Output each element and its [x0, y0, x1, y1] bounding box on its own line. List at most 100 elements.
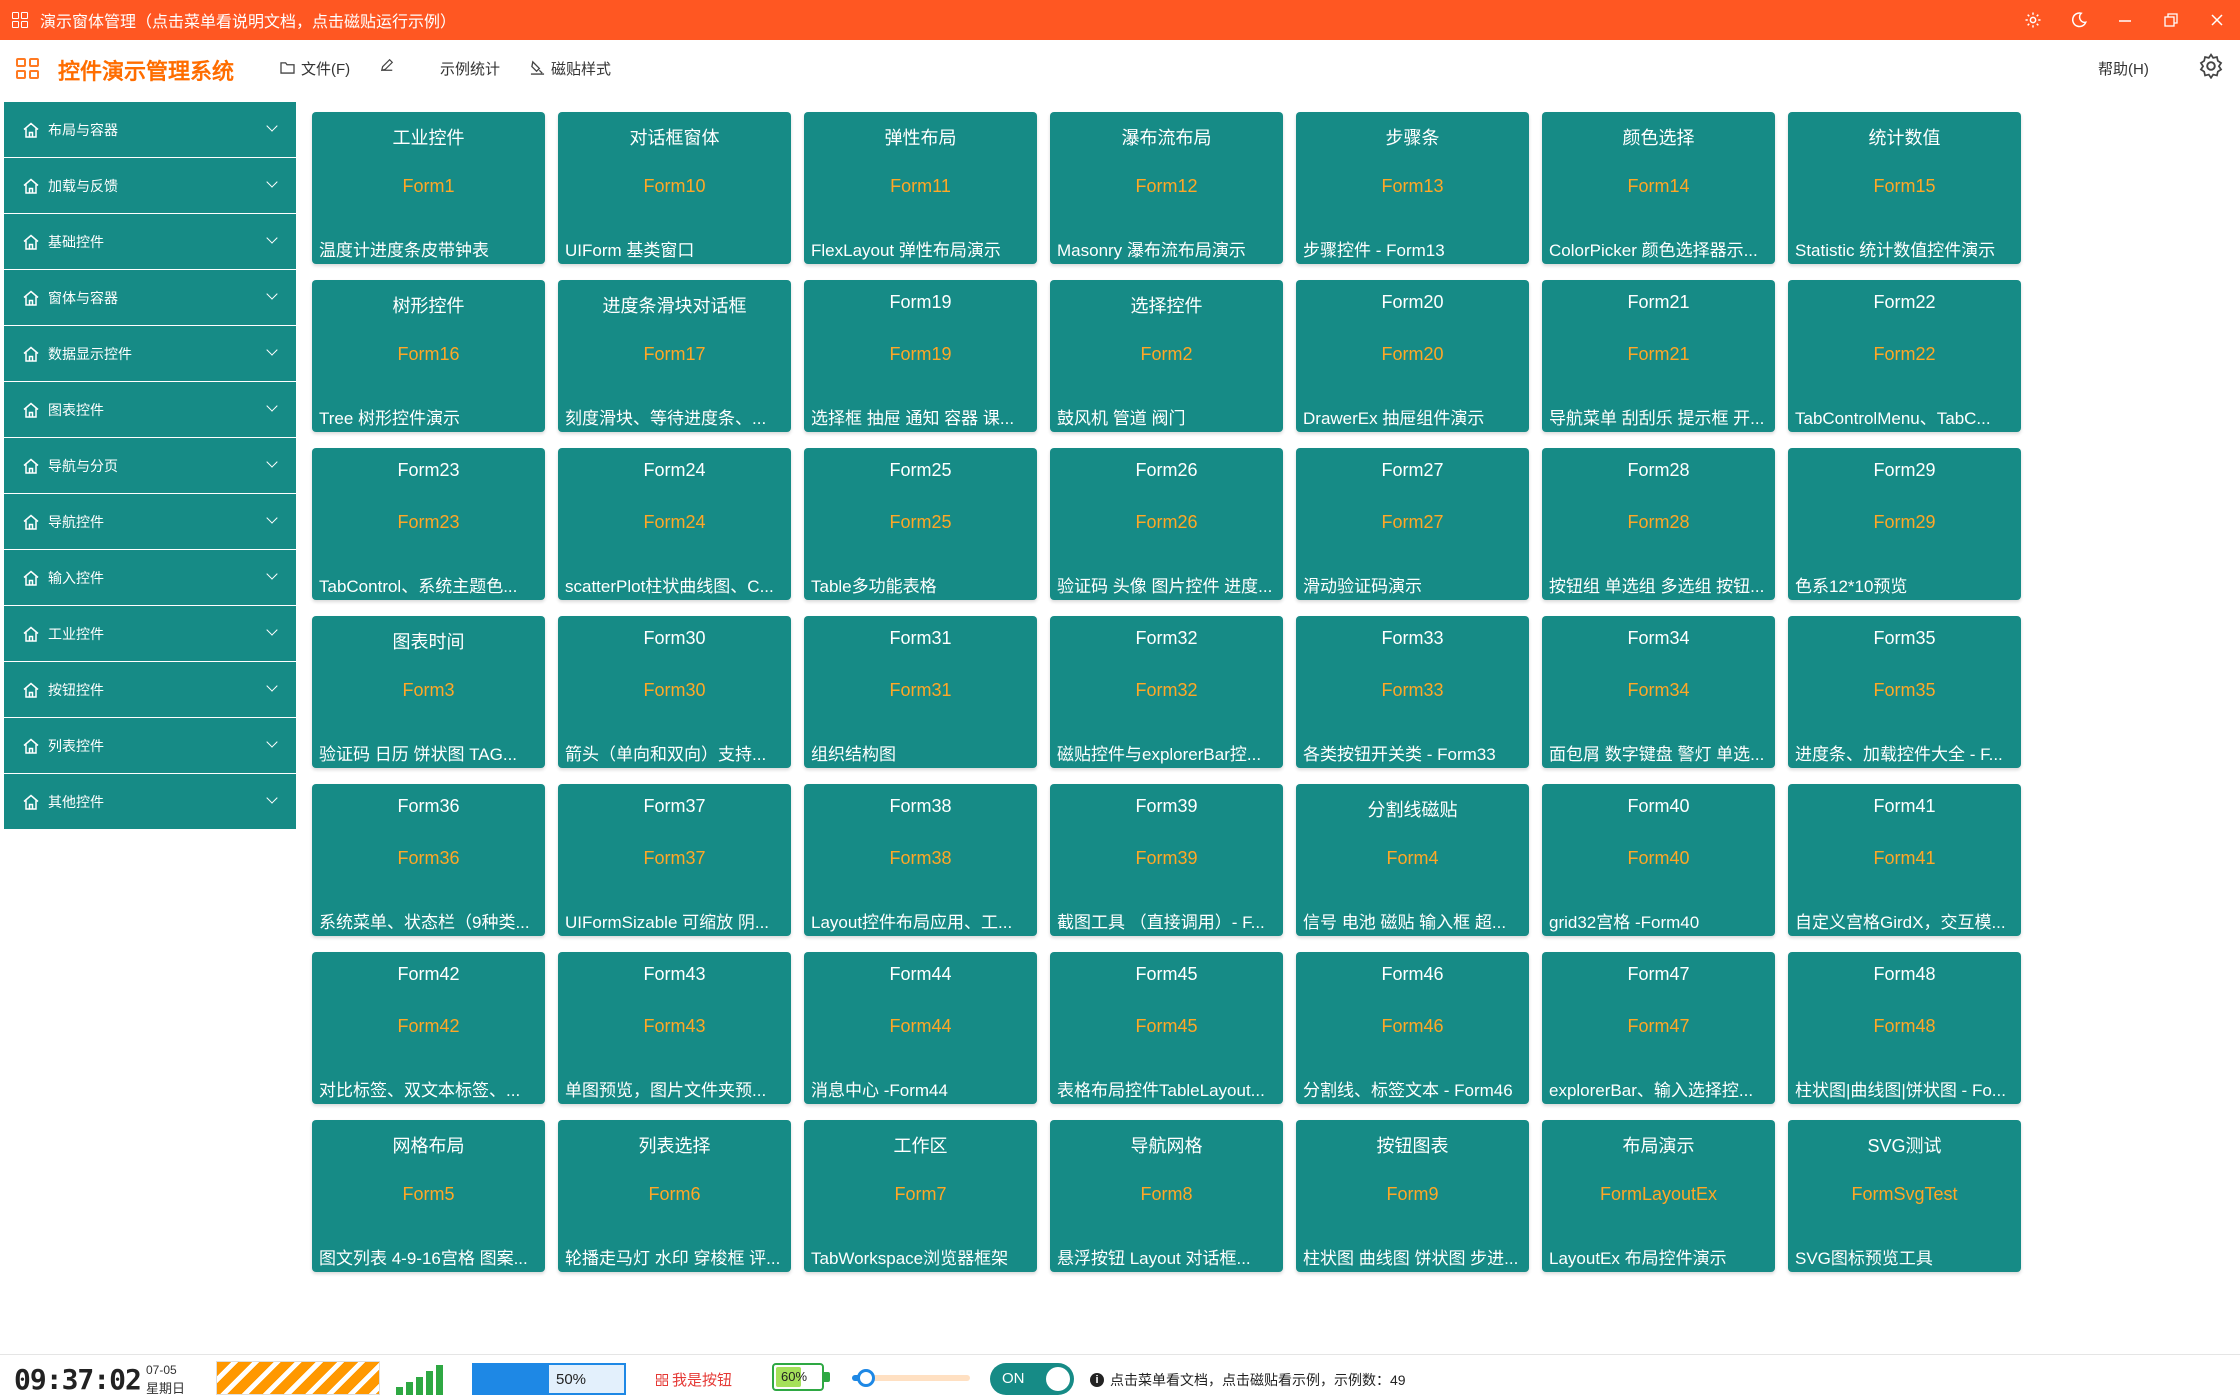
tile-title: 图表时间	[392, 632, 465, 652]
demo-tile[interactable]: Form34 Form34 面包屑 数字键盘 警灯 单选...	[1542, 616, 1775, 768]
demo-tile[interactable]: 图表时间 Form3 验证码 日历 饼状图 TAG...	[312, 616, 545, 768]
demo-tile[interactable]: Form41 Form41 自定义宫格GirdX，交互模...	[1788, 784, 2021, 936]
demo-tile[interactable]: 分割线磁贴 Form4 信号 电池 磁贴 输入框 超...	[1296, 784, 1529, 936]
demo-tile[interactable]: 网格布局 Form5 图文列表 4-9-16宫格 图案...	[312, 1120, 545, 1272]
help-menu[interactable]: 帮助(H)	[2098, 58, 2149, 79]
tile-style-menu[interactable]: 磁贴样式	[530, 58, 611, 79]
demo-tile[interactable]: 工业控件 Form1 温度计进度条皮带钟表	[312, 112, 545, 264]
tile-description: 轮播走马灯 水印 穿梭框 评...	[565, 1249, 781, 1268]
sidebar-item[interactable]: 列表控件	[4, 718, 296, 774]
demo-tile[interactable]: Form20 Form20 DrawerEx 抽屉组件演示	[1296, 280, 1529, 432]
demo-tile[interactable]: Form37 Form37 UIFormSizable 可缩放 阴...	[558, 784, 791, 936]
tile-description: DrawerEx 抽屉组件演示	[1303, 409, 1485, 428]
demo-tile[interactable]: 统计数值 Form15 Statistic 统计数值控件演示	[1788, 112, 2021, 264]
demo-tile[interactable]: Form44 Form44 消息中心 -Form44	[804, 952, 1037, 1104]
demo-tile[interactable]: 对话框窗体 Form10 UIForm 基类窗口	[558, 112, 791, 264]
tile-description: UIFormSizable 可缩放 阴...	[565, 913, 770, 932]
on-toggle[interactable]: ON	[990, 1363, 1074, 1395]
demo-tile[interactable]: Form23 Form23 TabControl、系统主题色...	[312, 448, 545, 600]
demo-tile[interactable]: Form30 Form30 箭头（单向和双向）支持...	[558, 616, 791, 768]
red-button[interactable]: 我是按钮	[656, 1369, 732, 1390]
tile-description: LayoutEx 布局控件演示	[1549, 1249, 1727, 1268]
demo-tile[interactable]: Form26 Form26 验证码 头像 图片控件 进度...	[1050, 448, 1283, 600]
demo-tile[interactable]: Form31 Form31 组织结构图	[804, 616, 1037, 768]
demo-tile[interactable]: Form25 Form25 Table多功能表格	[804, 448, 1037, 600]
demo-tile[interactable]: Form42 Form42 对比标签、双文本标签、...	[312, 952, 545, 1104]
demo-tile[interactable]: Form35 Form35 进度条、加载控件大全 - F...	[1788, 616, 2021, 768]
stats-menu[interactable]: 示例统计	[440, 58, 500, 79]
settings-button[interactable]	[2196, 53, 2226, 83]
edit-menu[interactable]	[380, 58, 394, 75]
tile-form-name: Form37	[643, 848, 706, 868]
minimize-icon[interactable]	[2102, 0, 2148, 40]
gear-icon[interactable]	[2010, 0, 2056, 40]
demo-tile[interactable]: Form39 Form39 截图工具 （直接调用）- F...	[1050, 784, 1283, 936]
demo-tile[interactable]: Form43 Form43 单图预览，图片文件夹预...	[558, 952, 791, 1104]
demo-tile[interactable]: Form29 Form29 色系12*10预览	[1788, 448, 2021, 600]
demo-tile[interactable]: Form33 Form33 各类按钮开关类 - Form33	[1296, 616, 1529, 768]
sidebar-item[interactable]: 按钮控件	[4, 662, 296, 718]
sidebar-item[interactable]: 导航控件	[4, 494, 296, 550]
demo-tile[interactable]: Form46 Form46 分割线、标签文本 - Form46	[1296, 952, 1529, 1104]
tile-description: 面包屑 数字键盘 警灯 单选...	[1549, 745, 1765, 764]
demo-tile[interactable]: 布局演示 FormLayoutEx LayoutEx 布局控件演示	[1542, 1120, 1775, 1272]
window-controls	[2010, 0, 2240, 40]
demo-tile[interactable]: Form21 Form21 导航菜单 刮刮乐 提示框 开...	[1542, 280, 1775, 432]
demo-tile[interactable]: 导航网格 Form8 悬浮按钮 Layout 对话框...	[1050, 1120, 1283, 1272]
tile-description: 各类按钮开关类 - Form33	[1303, 745, 1496, 764]
demo-tile[interactable]: 弹性布局 Form11 FlexLayout 弹性布局演示	[804, 112, 1037, 264]
tile-description: 步骤控件 - Form13	[1303, 241, 1445, 260]
sidebar-item[interactable]: 基础控件	[4, 214, 296, 270]
demo-tile[interactable]: 按钮图表 Form9 柱状图 曲线图 饼状图 步进...	[1296, 1120, 1529, 1272]
demo-tile[interactable]: 瀑布流布局 Form12 Masonry 瀑布流布局演示	[1050, 112, 1283, 264]
demo-tile[interactable]: Form48 Form48 柱状图|曲线图|饼状图 - Fo...	[1788, 952, 2021, 1104]
sidebar-item[interactable]: 输入控件	[4, 550, 296, 606]
tile-title: Form34	[1627, 628, 1690, 648]
demo-tile[interactable]: Form27 Form27 滑动验证码演示	[1296, 448, 1529, 600]
tile-description: TabControlMenu、TabC...	[1795, 409, 1991, 428]
demo-tile[interactable]: Form45 Form45 表格布局控件TableLayout...	[1050, 952, 1283, 1104]
demo-tile[interactable]: Form36 Form36 系统菜单、状态栏（9种类...	[312, 784, 545, 936]
demo-tile[interactable]: 选择控件 Form2 鼓风机 管道 阀门	[1050, 280, 1283, 432]
sidebar-item[interactable]: 加载与反馈	[4, 158, 296, 214]
demo-tile[interactable]: Form38 Form38 Layout控件布局应用、工...	[804, 784, 1037, 936]
close-icon[interactable]	[2194, 0, 2240, 40]
theme-icon[interactable]	[2056, 0, 2102, 40]
sidebar-item[interactable]: 工业控件	[4, 606, 296, 662]
tile-title: Form28	[1627, 460, 1690, 480]
demo-tile[interactable]: Form19 Form19 选择框 抽屉 通知 容器 课...	[804, 280, 1037, 432]
demo-tile[interactable]: Form22 Form22 TabControlMenu、TabC...	[1788, 280, 2021, 432]
slider-thumb[interactable]	[857, 1369, 876, 1387]
window-title: 演示窗体管理（点击菜单看说明文档，点击磁贴运行示例）	[40, 14, 457, 31]
demo-tile[interactable]: SVG测试 FormSvgTest SVG图标预览工具	[1788, 1120, 2021, 1272]
sidebar-item[interactable]: 布局与容器	[4, 102, 296, 158]
demo-tile[interactable]: 步骤条 Form13 步骤控件 - Form13	[1296, 112, 1529, 264]
restore-icon[interactable]	[2148, 0, 2194, 40]
sidebar-item[interactable]: 数据显示控件	[4, 326, 296, 382]
tile-title: Form20	[1381, 292, 1444, 312]
demo-tile[interactable]: 进度条滑块对话框 Form17 刻度滑块、等待进度条、...	[558, 280, 791, 432]
progress-fill	[474, 1365, 549, 1393]
chevron-down-icon	[266, 736, 278, 748]
file-menu[interactable]: 文件(F)	[280, 58, 350, 79]
tile-form-name: Form34	[1627, 680, 1690, 700]
tile-form-name: Form32	[1135, 680, 1198, 700]
slider[interactable]	[852, 1369, 970, 1387]
tile-title: 列表选择	[638, 1136, 711, 1156]
demo-tile[interactable]: Form40 Form40 grid32宫格 -Form40	[1542, 784, 1775, 936]
sidebar-item[interactable]: 其他控件	[4, 774, 296, 830]
tile-form-name: Form23	[397, 512, 460, 532]
sidebar-item[interactable]: 图表控件	[4, 382, 296, 438]
sidebar-item[interactable]: 导航与分页	[4, 438, 296, 494]
tile-description: 截图工具 （直接调用）- F...	[1057, 913, 1265, 932]
demo-tile[interactable]: Form32 Form32 磁贴控件与explorerBar控...	[1050, 616, 1283, 768]
sidebar-item[interactable]: 窗体与容器	[4, 270, 296, 326]
tile-title: Form38	[889, 796, 952, 816]
demo-tile[interactable]: 颜色选择 Form14 ColorPicker 颜色选择器示...	[1542, 112, 1775, 264]
demo-tile[interactable]: 树形控件 Form16 Tree 树形控件演示	[312, 280, 545, 432]
demo-tile[interactable]: Form28 Form28 按钮组 单选组 多选组 按钮...	[1542, 448, 1775, 600]
demo-tile[interactable]: 工作区 Form7 TabWorkspace浏览器框架	[804, 1120, 1037, 1272]
demo-tile[interactable]: 列表选择 Form6 轮播走马灯 水印 穿梭框 评...	[558, 1120, 791, 1272]
demo-tile[interactable]: Form24 Form24 scatterPlot柱状曲线图、C...	[558, 448, 791, 600]
demo-tile[interactable]: Form47 Form47 explorerBar、输入选择控...	[1542, 952, 1775, 1104]
